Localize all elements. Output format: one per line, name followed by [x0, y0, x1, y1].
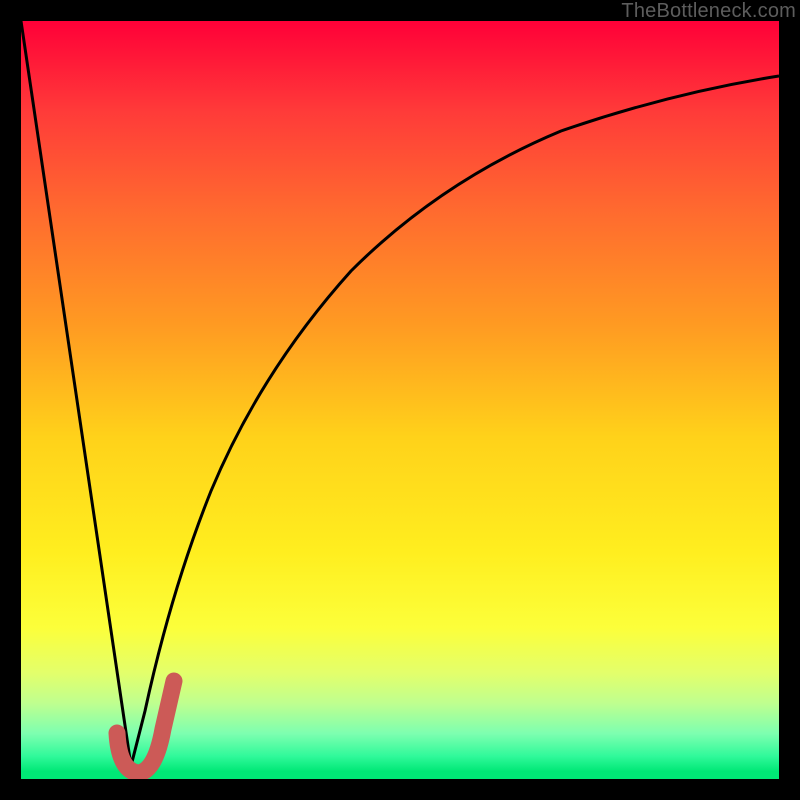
chart-plot-area	[21, 21, 779, 779]
chart-series-descending-limb	[21, 21, 131, 766]
watermark-text: TheBottleneck.com	[621, 0, 796, 23]
chart-curves-svg	[21, 21, 779, 779]
chart-series-ascending-limb	[131, 76, 779, 766]
chart-frame: TheBottleneck.com	[0, 0, 800, 800]
